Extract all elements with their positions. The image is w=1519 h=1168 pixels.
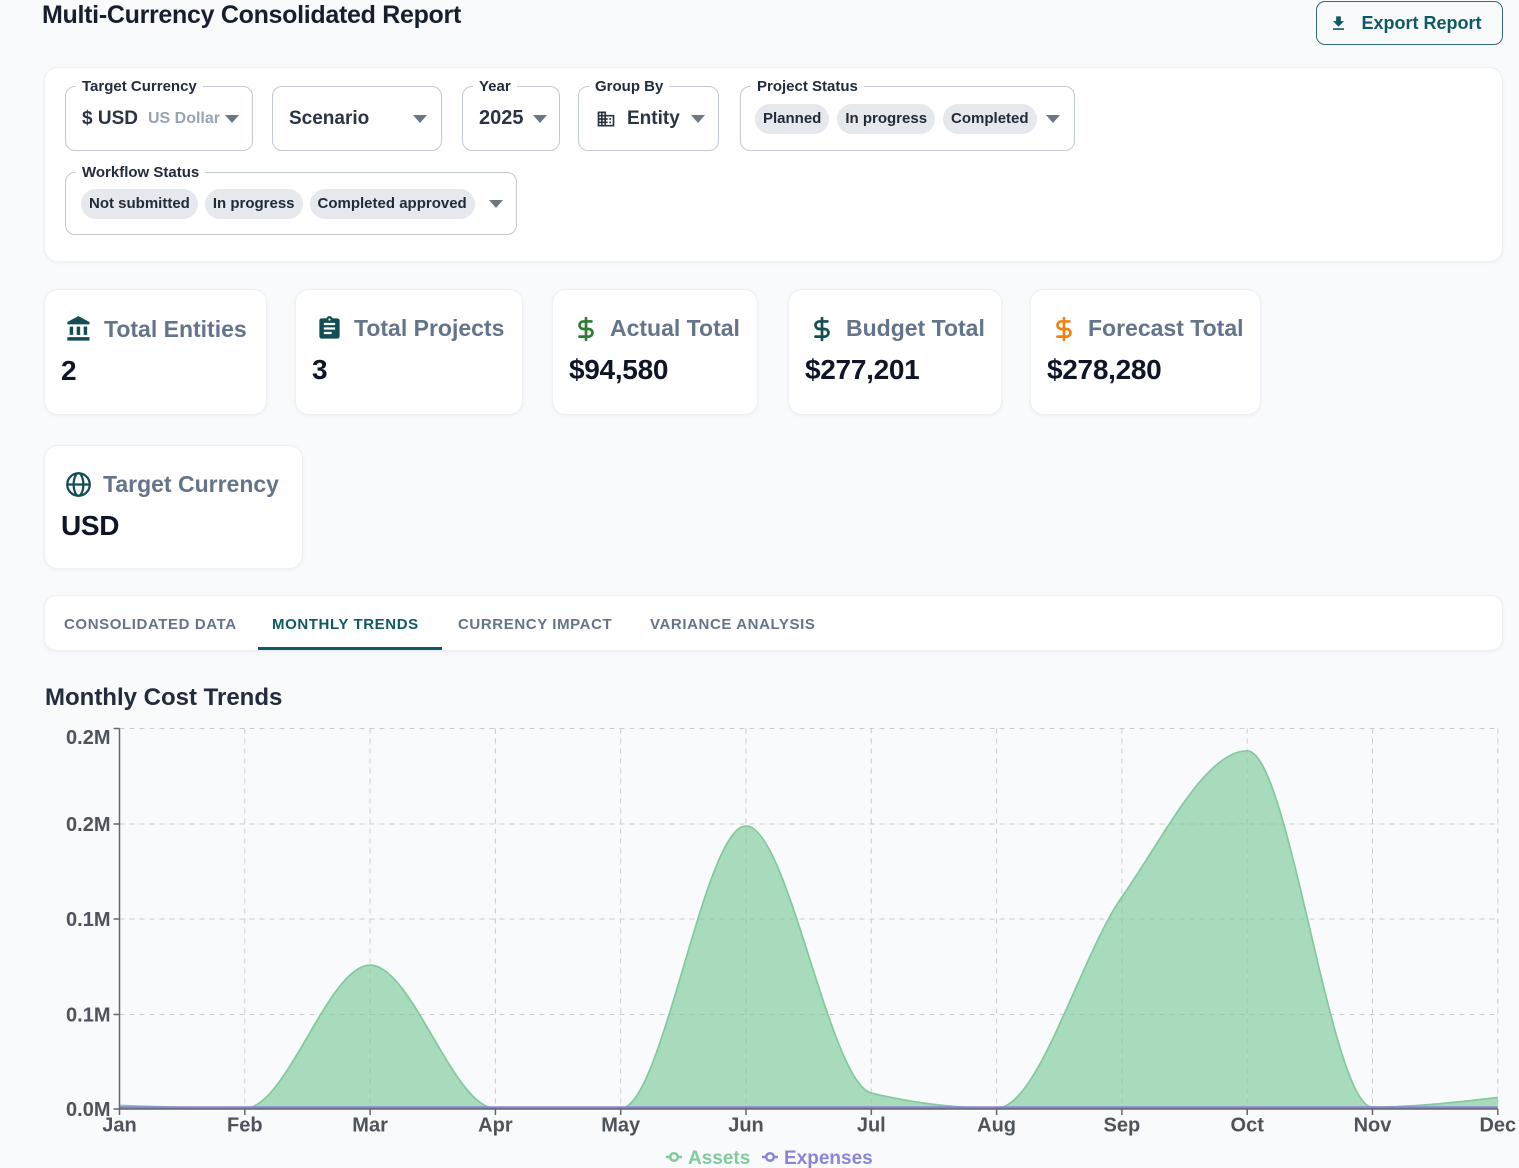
svg-text:Jul: Jul [857,1115,886,1137]
svg-text:Expenses: Expenses [784,1148,873,1168]
svg-text:May: May [601,1115,641,1137]
svg-text:Nov: Nov [1354,1115,1393,1137]
svg-text:Jan: Jan [102,1115,136,1137]
svg-text:0.2M: 0.2M [66,727,110,749]
svg-text:Apr: Apr [478,1115,513,1137]
svg-text:Jun: Jun [728,1115,764,1137]
svg-text:Oct: Oct [1231,1115,1265,1137]
svg-text:0.1M: 0.1M [66,909,110,931]
svg-text:Dec: Dec [1479,1115,1516,1137]
svg-text:0.1M: 0.1M [66,1005,110,1027]
svg-text:Mar: Mar [352,1115,388,1137]
svg-text:0.2M: 0.2M [66,814,110,836]
svg-text:Assets: Assets [688,1148,750,1168]
svg-text:Sep: Sep [1104,1115,1141,1137]
svg-text:Aug: Aug [977,1115,1016,1137]
svg-text:Feb: Feb [227,1115,263,1137]
